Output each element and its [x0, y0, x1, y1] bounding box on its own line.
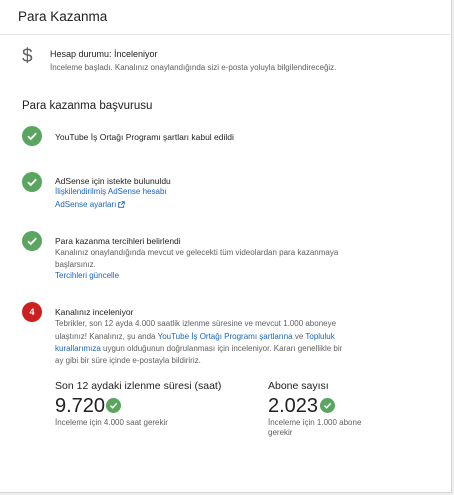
subscriber-count-value: 2.023: [268, 395, 319, 417]
divider: [0, 34, 451, 35]
step-description-line: kurallarımıza uygun olduğunun doğrulanma…: [55, 343, 342, 354]
check-circle-icon: [320, 398, 335, 413]
account-status-description: İnceleme başladı. Kanalınız onaylandığın…: [50, 63, 337, 72]
step-description-line: Tebrikler, son 12 ayda 4.000 saatlik izl…: [55, 319, 337, 328]
text-fragment: ve: [292, 332, 306, 341]
step-title: YouTube İş Ortağı Programı şartları kabu…: [55, 132, 234, 142]
watch-time-value: 9.720: [55, 395, 106, 417]
step-description-line: ay gibi bir süre içinde e-postayla bildi…: [55, 356, 201, 365]
subscriber-count-note: gerekir: [268, 428, 293, 437]
watch-time-label: Son 12 aydaki izlenme süresi (saat): [55, 380, 222, 392]
step-title: Para kazanma tercihleri belirlendi: [55, 236, 181, 246]
adsense-settings-link[interactable]: AdSense ayarları: [55, 200, 116, 209]
monetization-card: Para Kazanma $ Hesap durumu: İnceleniyor…: [0, 0, 452, 493]
linked-adsense-account-link[interactable]: İlişkilendirilmiş AdSense hesabı: [55, 186, 167, 197]
step-description-line: başlarsınız.: [55, 260, 96, 269]
check-circle-icon: [22, 231, 42, 251]
update-preferences-link[interactable]: Tercihleri güncelle: [55, 270, 119, 281]
check-circle-icon: [22, 126, 42, 146]
text-fragment: ulaştınız! Kanalınız, şu anda: [55, 332, 158, 341]
step-number-badge: 4: [22, 302, 42, 322]
subscriber-count-label: Abone sayısı: [268, 380, 329, 392]
dollar-icon: $: [22, 46, 33, 67]
ypp-terms-link[interactable]: YouTube İş Ortağı Programı şartlarına: [158, 332, 293, 341]
page-title: Para Kazanma: [18, 9, 108, 24]
check-circle-icon: [106, 398, 121, 413]
community-guidelines-link[interactable]: Topluluk: [305, 332, 334, 341]
step-title: Kanalınız inceleniyor: [55, 307, 134, 317]
community-guidelines-link-cont[interactable]: kurallarımıza: [55, 344, 101, 353]
adsense-settings-row: AdSense ayarları: [55, 199, 126, 210]
step-title: AdSense için istekte bulunuldu: [55, 176, 171, 186]
section-title: Para kazanma başvurusu: [22, 100, 153, 112]
watch-time-note: İnceleme için 4.000 saat gerekir: [55, 418, 168, 427]
step-description-line: Kanalınız onaylandığında mevcut ve gelec…: [55, 248, 339, 257]
check-circle-icon: [22, 172, 42, 192]
text-fragment: uygun olduğunun doğrulanması için incele…: [100, 344, 343, 353]
external-link-icon: [118, 201, 126, 208]
subscriber-count-note: İnceleme için 1.000 abone: [268, 418, 362, 427]
account-status-title: Hesap durumu: İnceleniyor: [50, 49, 158, 59]
step-description-line: ulaştınız! Kanalınız, şu anda YouTube İş…: [55, 331, 335, 342]
